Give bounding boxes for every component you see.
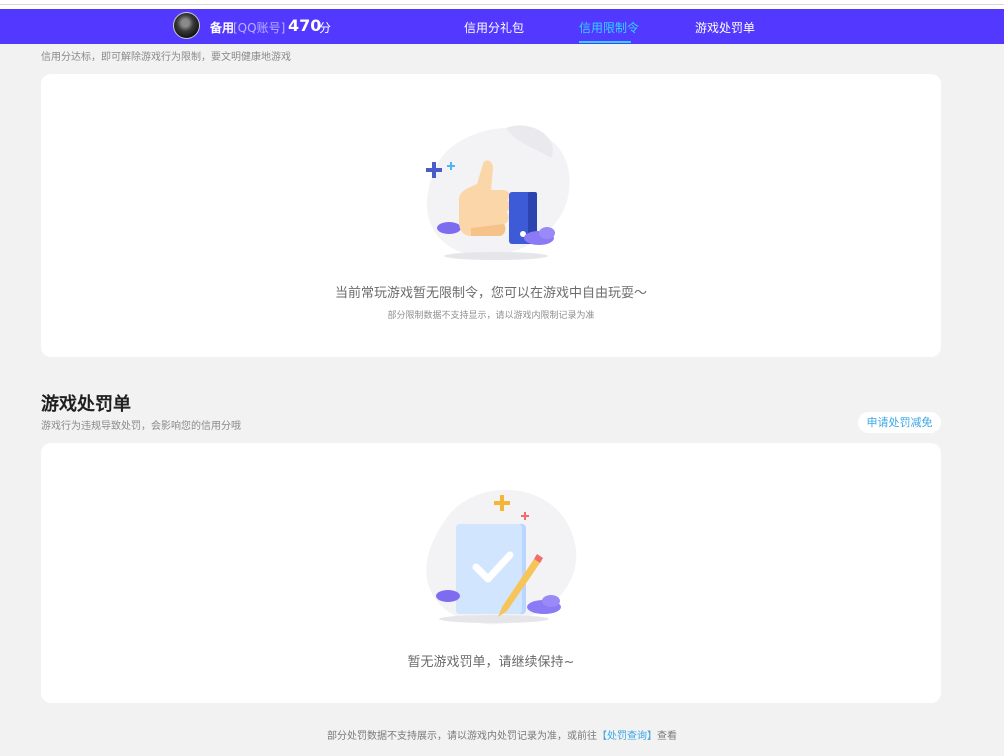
penalty-subtitle: 游戏行为违规导致处罚，会影响您的信用分哦	[41, 421, 241, 432]
penalty-section-title: 游戏处罚单	[41, 394, 131, 415]
top-nav-bar: 备用 [QQ账号] 470 分 信用分礼包 信用限制令 游戏处罚单	[0, 9, 1004, 44]
active-tab-indicator	[579, 41, 631, 43]
tab-credit-restriction[interactable]: 信用限制令	[579, 19, 639, 36]
apply-penalty-reduction-button[interactable]: 申请处罚减免	[858, 412, 941, 433]
restriction-card: 当前常玩游戏暂无限制令，您可以在游戏中自由玩耍～ 部分限制数据不支持显示，请以游…	[41, 74, 941, 357]
document-check-illustration	[426, 489, 577, 625]
thumbs-up-illustration	[426, 125, 570, 260]
user-avatar[interactable]	[173, 12, 200, 39]
footer-text-before: 部分处罚数据不支持展示，请以游戏内处罚记录为准，或前往	[327, 731, 597, 742]
tab-credit-gift[interactable]: 信用分礼包	[464, 19, 524, 36]
tab-game-penalty[interactable]: 游戏处罚单	[695, 19, 755, 36]
penalty-query-link[interactable]: 【处罚查询】	[597, 731, 657, 742]
footer-text-after: 查看	[657, 731, 677, 742]
restriction-subtitle: 信用分达标，即可解除游戏行为限制，要文明健康地游戏	[41, 52, 291, 63]
restriction-empty-message: 当前常玩游戏暂无限制令，您可以在游戏中自由玩耍～	[334, 286, 647, 301]
restriction-note: 部分限制数据不支持显示，请以游戏内限制记录为准	[387, 311, 595, 321]
penalty-empty-message: 暂无游戏罚单，请继续保持~	[407, 655, 575, 670]
penalty-card: 暂无游戏罚单，请继续保持~	[41, 443, 941, 703]
user-name: 备用	[210, 21, 235, 35]
credit-score: 470	[288, 16, 322, 35]
footer-note: 部分处罚数据不支持展示，请以游戏内处罚记录为准，或前往【处罚查询】查看	[0, 727, 1004, 742]
credit-score-unit: 分	[319, 21, 332, 35]
account-type: [QQ账号]	[233, 21, 286, 35]
